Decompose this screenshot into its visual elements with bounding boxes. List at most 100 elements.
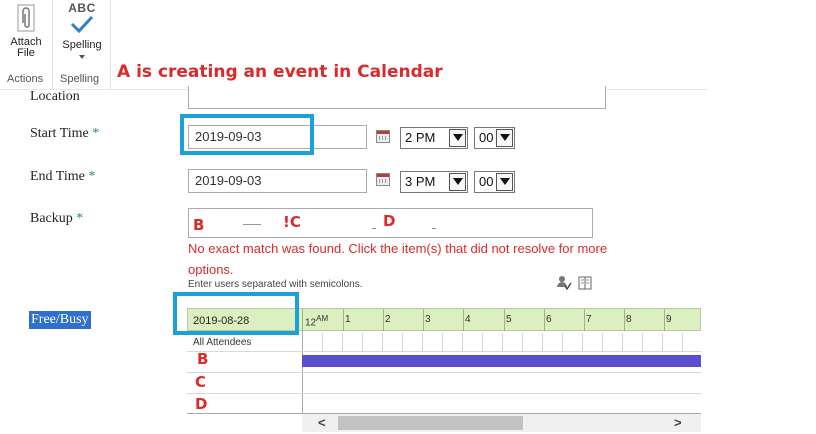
check-icon bbox=[70, 15, 94, 33]
hour-divider bbox=[383, 309, 384, 331]
hour-divider bbox=[664, 309, 665, 331]
start-time-label: Start Time * bbox=[30, 126, 99, 142]
grid-tick bbox=[522, 333, 523, 351]
calendar-icon[interactable] bbox=[376, 173, 390, 186]
hour-divider bbox=[624, 309, 625, 331]
chevron-down-icon bbox=[449, 129, 466, 147]
hour-divider bbox=[343, 309, 344, 331]
attendee-b: B bbox=[197, 350, 209, 368]
grid-tick bbox=[422, 333, 423, 351]
grid-tick bbox=[682, 333, 683, 351]
hour-label-6: 6 bbox=[546, 314, 552, 325]
attendee-c: C bbox=[195, 373, 207, 391]
am-mark: AM bbox=[316, 314, 329, 323]
grid-tick bbox=[662, 333, 663, 351]
backup-entry-c: !C bbox=[283, 213, 301, 231]
start-hour-value: 2 PM bbox=[405, 130, 436, 145]
end-minute-select[interactable]: 00 bbox=[474, 171, 515, 193]
end-date-input[interactable]: 2019-09-03 bbox=[188, 169, 367, 193]
backup-entry-d: D bbox=[383, 212, 396, 230]
start-minute-select[interactable]: 00 bbox=[474, 127, 515, 149]
spelling-label: Spelling bbox=[62, 39, 102, 51]
required-mark: * bbox=[92, 126, 100, 141]
hour-label-7: 7 bbox=[586, 314, 592, 325]
hour-divider bbox=[302, 309, 303, 331]
hour-12-text: 12 bbox=[305, 317, 317, 329]
start-minute-value: 00 bbox=[479, 130, 494, 145]
hour-divider bbox=[504, 309, 505, 331]
required-mark: * bbox=[88, 169, 96, 184]
grid-rule bbox=[302, 351, 701, 352]
attendee-d: D bbox=[195, 395, 208, 413]
grid-tick bbox=[402, 333, 403, 351]
redacted-mark bbox=[432, 228, 436, 229]
highlight-box-freebusy-date bbox=[173, 292, 299, 335]
hour-label-9: 9 bbox=[666, 314, 672, 325]
all-attendees-row: All Attendees bbox=[187, 331, 302, 352]
end-hour-select[interactable]: 3 PM bbox=[400, 171, 468, 193]
grid-tick bbox=[322, 333, 323, 351]
redacted-mark bbox=[243, 224, 261, 225]
grid-rule bbox=[302, 372, 701, 373]
grid-tick bbox=[622, 333, 623, 351]
attach-label-line2: File bbox=[17, 47, 35, 59]
group-label-spelling: Spelling bbox=[60, 73, 100, 85]
scroll-right-arrow[interactable]: > bbox=[674, 415, 682, 430]
calendar-icon[interactable] bbox=[376, 130, 390, 143]
scroll-left-arrow[interactable]: < bbox=[318, 415, 326, 430]
grid-tick bbox=[342, 333, 343, 351]
chevron-down-icon bbox=[496, 173, 513, 191]
grid-tick bbox=[382, 333, 383, 351]
abc-text: ABC bbox=[68, 1, 96, 15]
backup-label: Backup * bbox=[30, 211, 83, 227]
grid-tick bbox=[482, 333, 483, 351]
grid-tick bbox=[502, 333, 503, 351]
busy-bar bbox=[302, 355, 701, 367]
all-attendees-label: All Attendees bbox=[193, 337, 252, 348]
grid-tick bbox=[642, 333, 643, 351]
redacted-mark bbox=[372, 228, 376, 229]
hour-label-8: 8 bbox=[626, 314, 632, 325]
horizontal-scrollbar[interactable]: < > bbox=[302, 414, 701, 432]
backup-label-text: Backup bbox=[30, 211, 73, 226]
grid-tick bbox=[562, 333, 563, 351]
highlight-box-start-date bbox=[180, 114, 314, 155]
paperclip-icon bbox=[17, 4, 35, 32]
free-busy-label: Free/Busy bbox=[29, 311, 91, 329]
hour-divider bbox=[423, 309, 424, 331]
hour-label-4: 4 bbox=[465, 314, 471, 325]
abc-icon: ABC bbox=[57, 1, 107, 35]
grid-tick bbox=[602, 333, 603, 351]
end-time-label-text: End Time bbox=[30, 169, 85, 184]
hour-label-2: 2 bbox=[385, 314, 391, 325]
hour-divider bbox=[584, 309, 585, 331]
location-input[interactable] bbox=[188, 86, 606, 109]
chevron-down-icon bbox=[449, 173, 466, 191]
annotation-title: A is creating an event in Calendar bbox=[117, 62, 443, 82]
hour-label-12am: 12AM bbox=[305, 314, 328, 328]
hour-label-1: 1 bbox=[345, 314, 351, 325]
hour-label-5: 5 bbox=[506, 314, 512, 325]
spelling-button[interactable]: ABC Spelling bbox=[57, 1, 107, 59]
scrollbar-thumb[interactable] bbox=[338, 416, 523, 430]
attach-file-button[interactable]: Attach File bbox=[6, 3, 46, 59]
hint-text: Enter users separated with semicolons. bbox=[188, 279, 363, 290]
chevron-down-icon bbox=[496, 129, 513, 147]
address-book-icon[interactable] bbox=[577, 275, 593, 291]
grid-tick bbox=[542, 333, 543, 351]
error-message: No exact match was found. Click the item… bbox=[188, 241, 608, 277]
ribbon-spelling-group: ABC Spelling Spelling bbox=[53, 0, 110, 90]
group-label-actions: Actions bbox=[7, 73, 44, 85]
hour-label-3: 3 bbox=[425, 314, 431, 325]
location-label: Location bbox=[30, 89, 80, 104]
check-names-icon[interactable] bbox=[556, 275, 572, 291]
end-minute-value: 00 bbox=[479, 174, 494, 189]
hour-divider bbox=[544, 309, 545, 331]
grid-rule bbox=[302, 393, 701, 394]
dropdown-arrow-icon bbox=[79, 55, 85, 59]
start-hour-select[interactable]: 2 PM bbox=[400, 127, 468, 149]
ribbon-actions-group: Attach File Actions bbox=[0, 0, 52, 90]
grid-tick bbox=[582, 333, 583, 351]
end-hour-value: 3 PM bbox=[405, 174, 436, 189]
backup-entry-b: B bbox=[193, 216, 205, 234]
